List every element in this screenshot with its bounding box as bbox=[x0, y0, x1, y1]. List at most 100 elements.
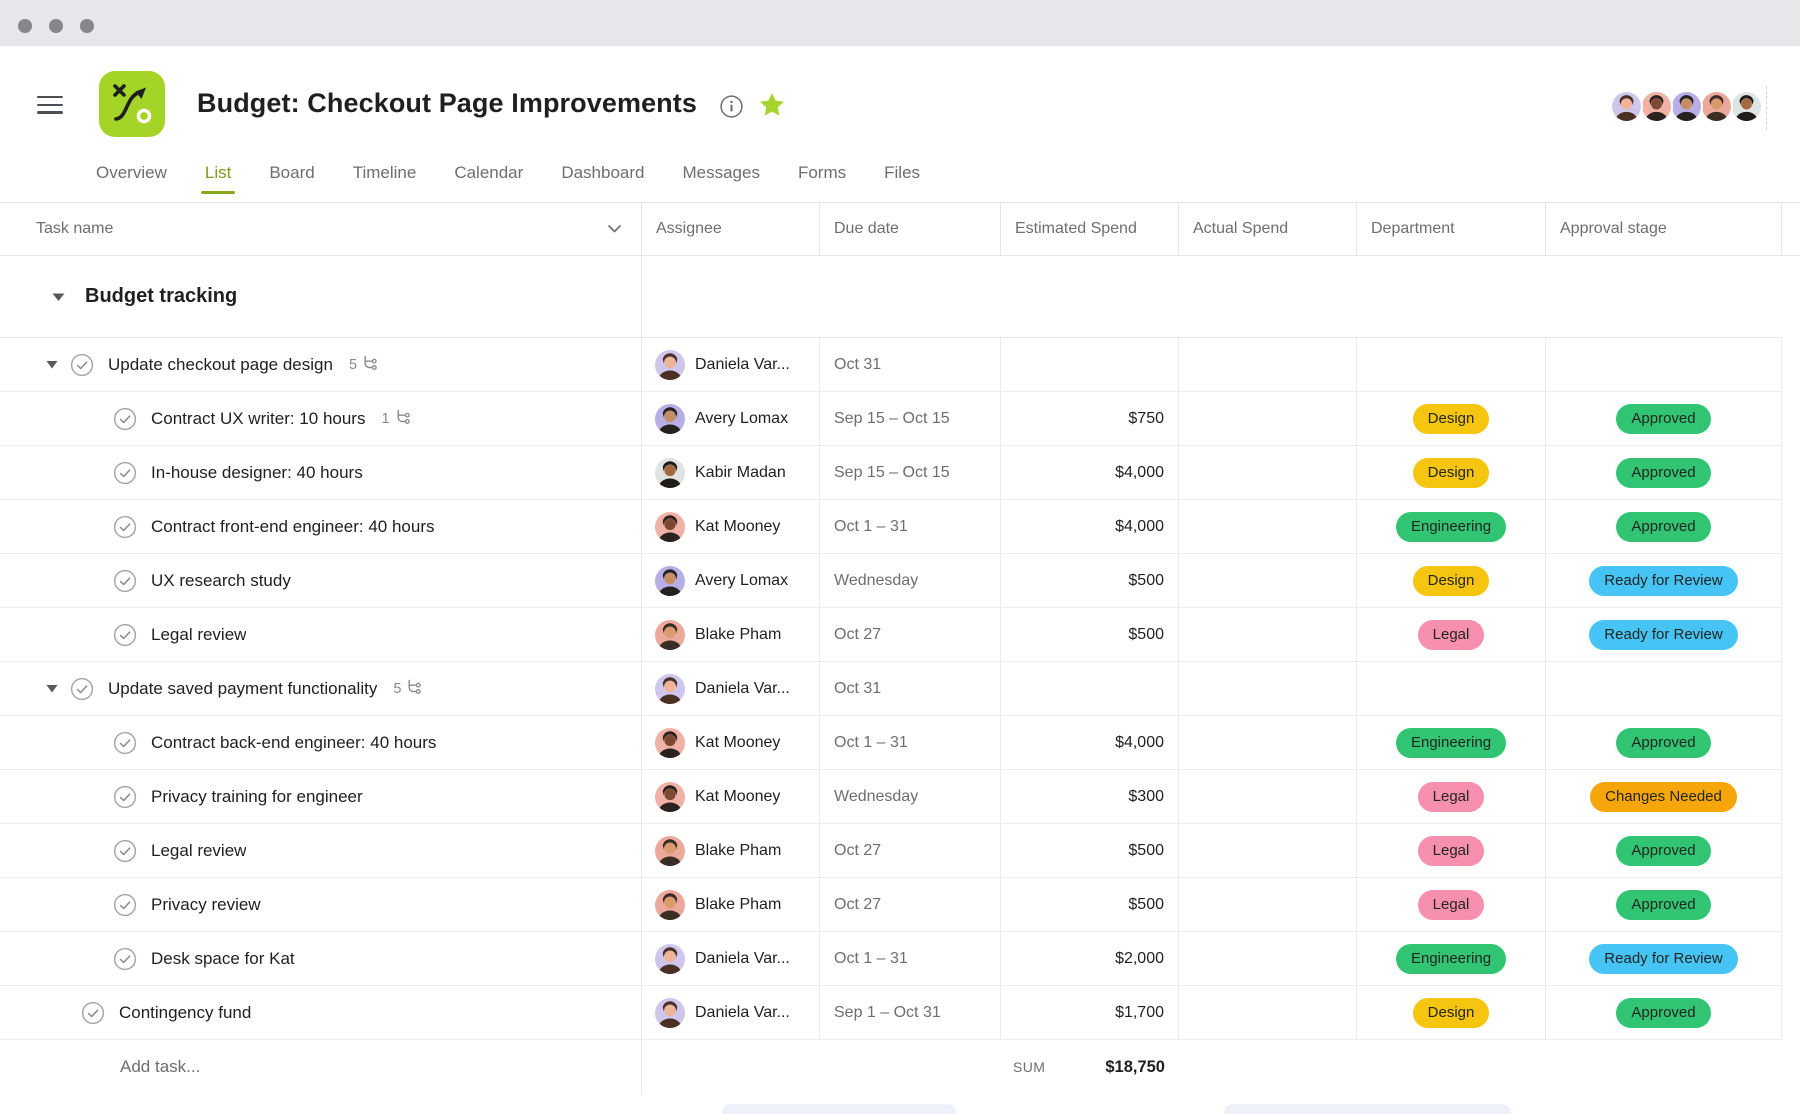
column-header-approval-stage[interactable]: Approval stage bbox=[1546, 203, 1782, 255]
task-title[interactable]: Contract UX writer: 10 hours bbox=[151, 409, 365, 429]
column-header-due-date[interactable]: Due date bbox=[820, 203, 1001, 255]
department-cell[interactable]: Legal bbox=[1357, 878, 1546, 931]
approval-stage-badge[interactable]: Ready for Review bbox=[1589, 944, 1737, 974]
assignee-cell[interactable]: Daniela Var... bbox=[642, 338, 820, 391]
task-title[interactable]: Update checkout page design bbox=[108, 355, 333, 375]
task-complete-check-icon[interactable] bbox=[113, 569, 137, 593]
due-date-cell[interactable]: Sep 15 – Oct 15 bbox=[820, 446, 1001, 499]
section-title[interactable]: Budget tracking bbox=[85, 285, 237, 308]
task-title[interactable]: Desk space for Kat bbox=[151, 949, 295, 969]
department-badge[interactable]: Engineering bbox=[1396, 944, 1506, 974]
assignee-cell[interactable]: Daniela Var... bbox=[642, 986, 820, 1039]
favorite-star-icon[interactable] bbox=[758, 91, 786, 119]
avatar[interactable] bbox=[1670, 90, 1703, 123]
actual-spend-cell[interactable] bbox=[1179, 716, 1357, 769]
approval-stage-cell[interactable]: Ready for Review bbox=[1546, 554, 1782, 607]
department-badge[interactable]: Engineering bbox=[1396, 728, 1506, 758]
chevron-down-icon[interactable] bbox=[608, 220, 621, 238]
task-complete-check-icon[interactable] bbox=[113, 623, 137, 647]
assignee-cell[interactable]: Blake Pham bbox=[642, 608, 820, 661]
department-cell[interactable]: Legal bbox=[1357, 770, 1546, 823]
approval-stage-cell[interactable]: Changes Needed bbox=[1546, 770, 1782, 823]
department-cell[interactable]: Design bbox=[1357, 986, 1546, 1039]
task-complete-check-icon[interactable] bbox=[113, 731, 137, 755]
subtask-count[interactable]: 5 bbox=[393, 679, 422, 699]
department-cell[interactable]: Engineering bbox=[1357, 500, 1546, 553]
column-header-assignee[interactable]: Assignee bbox=[642, 203, 820, 255]
department-badge[interactable]: Design bbox=[1413, 998, 1490, 1028]
task-complete-check-icon[interactable] bbox=[113, 839, 137, 863]
subtask-count[interactable]: 1 bbox=[381, 409, 410, 429]
task-name-cell[interactable]: Update checkout page design 5 bbox=[0, 338, 642, 391]
actual-spend-cell[interactable] bbox=[1179, 770, 1357, 823]
task-name-cell[interactable]: Contingency fund bbox=[0, 986, 642, 1039]
tab-messages[interactable]: Messages bbox=[682, 152, 759, 194]
approval-stage-cell[interactable] bbox=[1546, 662, 1782, 715]
task-complete-check-icon[interactable] bbox=[113, 893, 137, 917]
task-title[interactable]: Contract front-end engineer: 40 hours bbox=[151, 517, 435, 537]
tab-dashboard[interactable]: Dashboard bbox=[561, 152, 644, 194]
estimated-spend-cell[interactable]: $4,000 bbox=[1001, 446, 1179, 499]
add-task-button[interactable]: Add task... bbox=[120, 1057, 200, 1077]
task-complete-check-icon[interactable] bbox=[113, 461, 137, 485]
avatar[interactable] bbox=[1730, 90, 1763, 123]
assignee-cell[interactable]: Kat Mooney bbox=[642, 716, 820, 769]
approval-stage-badge[interactable]: Approved bbox=[1616, 404, 1710, 434]
due-date-cell[interactable]: Oct 31 bbox=[820, 338, 1001, 391]
subtask-count[interactable]: 5 bbox=[349, 355, 378, 375]
task-complete-check-icon[interactable] bbox=[70, 353, 94, 377]
tab-overview[interactable]: Overview bbox=[96, 152, 167, 194]
department-cell[interactable]: Design bbox=[1357, 554, 1546, 607]
estimated-spend-cell[interactable]: $500 bbox=[1001, 824, 1179, 877]
avatar[interactable] bbox=[1640, 90, 1673, 123]
column-header-task-name[interactable]: Task name bbox=[0, 203, 642, 255]
estimated-spend-cell[interactable]: $750 bbox=[1001, 392, 1179, 445]
estimated-spend-cell[interactable]: $4,000 bbox=[1001, 716, 1179, 769]
approval-stage-cell[interactable]: Approved bbox=[1546, 986, 1782, 1039]
estimated-spend-cell[interactable] bbox=[1001, 338, 1179, 391]
assignee-cell[interactable]: Avery Lomax bbox=[642, 392, 820, 445]
estimated-spend-cell[interactable]: $2,000 bbox=[1001, 932, 1179, 985]
approval-stage-badge[interactable]: Approved bbox=[1616, 512, 1710, 542]
actual-spend-cell[interactable] bbox=[1179, 446, 1357, 499]
department-badge[interactable]: Design bbox=[1413, 458, 1490, 488]
task-name-cell[interactable]: UX research study bbox=[0, 554, 642, 607]
actual-spend-cell[interactable] bbox=[1179, 608, 1357, 661]
due-date-cell[interactable]: Oct 27 bbox=[820, 824, 1001, 877]
project-icon[interactable] bbox=[99, 71, 165, 137]
actual-spend-cell[interactable] bbox=[1179, 338, 1357, 391]
tab-board[interactable]: Board bbox=[269, 152, 314, 194]
approval-stage-cell[interactable]: Approved bbox=[1546, 878, 1782, 931]
tab-forms[interactable]: Forms bbox=[798, 152, 846, 194]
window-control-dot[interactable] bbox=[49, 19, 63, 33]
department-cell[interactable] bbox=[1357, 662, 1546, 715]
estimated-spend-cell[interactable]: $500 bbox=[1001, 554, 1179, 607]
tab-timeline[interactable]: Timeline bbox=[353, 152, 417, 194]
actual-spend-cell[interactable] bbox=[1179, 932, 1357, 985]
department-cell[interactable]: Design bbox=[1357, 392, 1546, 445]
approval-stage-cell[interactable] bbox=[1546, 338, 1782, 391]
task-expand-caret-icon[interactable] bbox=[46, 360, 58, 369]
task-title[interactable]: Contract back-end engineer: 40 hours bbox=[151, 733, 436, 753]
assignee-cell[interactable]: Kat Mooney bbox=[642, 500, 820, 553]
estimated-spend-cell[interactable]: $500 bbox=[1001, 608, 1179, 661]
tab-files[interactable]: Files bbox=[884, 152, 920, 194]
due-date-cell[interactable]: Oct 1 – 31 bbox=[820, 716, 1001, 769]
task-title[interactable]: Privacy training for engineer bbox=[151, 787, 363, 807]
estimated-spend-cell[interactable] bbox=[1001, 662, 1179, 715]
assignee-cell[interactable]: Daniela Var... bbox=[642, 662, 820, 715]
section-row-budget-tracking[interactable]: Budget tracking bbox=[0, 256, 1782, 338]
task-title[interactable]: UX research study bbox=[151, 571, 291, 591]
task-title[interactable]: Contingency fund bbox=[119, 1003, 251, 1023]
department-cell[interactable]: Engineering bbox=[1357, 932, 1546, 985]
task-title[interactable]: Legal review bbox=[151, 841, 246, 861]
avatar[interactable] bbox=[1700, 90, 1733, 123]
assignee-cell[interactable]: Kabir Madan bbox=[642, 446, 820, 499]
actual-spend-cell[interactable] bbox=[1179, 500, 1357, 553]
window-control-dot[interactable] bbox=[80, 19, 94, 33]
task-title[interactable]: Legal review bbox=[151, 625, 246, 645]
approval-stage-badge[interactable]: Approved bbox=[1616, 890, 1710, 920]
page-title[interactable]: Budget: Checkout Page Improvements bbox=[197, 88, 697, 119]
column-header-estimated-spend[interactable]: Estimated Spend bbox=[1001, 203, 1179, 255]
approval-stage-cell[interactable]: Ready for Review bbox=[1546, 932, 1782, 985]
